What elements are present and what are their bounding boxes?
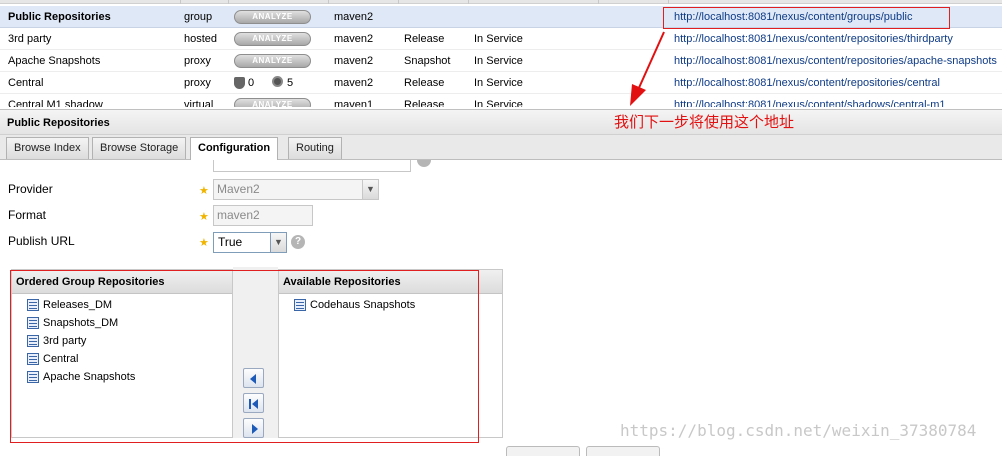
table-row-3rd-party[interactable]: 3rd party hosted ANALYZE maven2 Release … <box>0 28 1002 50</box>
chevron-down-icon[interactable]: ▼ <box>270 233 286 252</box>
repo-type: proxy <box>184 55 211 67</box>
url-highlight-box <box>663 7 950 29</box>
license-count: 5 <box>287 77 294 89</box>
chevron-down-icon[interactable]: ▼ <box>362 180 378 199</box>
publish-url-select[interactable]: True ▼ <box>213 232 287 253</box>
required-star-icon: ★ <box>199 185 209 197</box>
repo-health: ANALYZE <box>234 6 330 28</box>
repo-format: maven2 <box>334 11 374 23</box>
analyze-button[interactable]: ANALYZE <box>234 98 311 107</box>
repo-status: In Service <box>474 33 523 45</box>
save-button[interactable] <box>506 446 580 456</box>
provider-value: Maven2 <box>217 182 260 196</box>
repo-type: group <box>184 11 213 23</box>
repo-name: Central <box>8 77 44 89</box>
repo-format: maven1 <box>334 99 374 107</box>
provider-select[interactable]: Maven2 ▼ <box>213 179 379 200</box>
repo-url-link[interactable]: http://localhost:8081/nexus/content/repo… <box>674 28 1002 50</box>
tab-configuration[interactable]: Configuration <box>190 137 279 161</box>
annotation-arrow <box>630 31 665 106</box>
analyze-button[interactable]: ANALYZE <box>234 10 311 24</box>
table-row-apache-snapshots[interactable]: Apache Snapshots proxy ANALYZE maven2 Sn… <box>0 50 1002 72</box>
panel-title: Public Repositories <box>0 109 1002 135</box>
repo-name: Apache Snapshots <box>8 55 101 67</box>
security-count: 0 <box>248 77 255 89</box>
repo-policy: Snapshot <box>404 55 451 67</box>
required-star-icon: ★ <box>199 211 209 223</box>
required-star-icon: ★ <box>199 237 209 249</box>
repo-type: virtual <box>184 99 214 107</box>
watermark: https://blog.csdn.net/weixin_37380784 <box>620 421 977 440</box>
repo-policy <box>404 6 470 28</box>
repo-health: ANALYZE <box>234 28 330 50</box>
repo-name: Central M1 shadow <box>8 99 103 107</box>
repo-url-link[interactable]: http://localhost:8081/nexus/content/repo… <box>674 72 1002 94</box>
repositories-highlight-box <box>10 270 479 443</box>
repo-policy: Release <box>404 77 445 89</box>
repo-status: In Service <box>474 99 523 107</box>
repo-type: hosted <box>184 33 218 45</box>
repo-status: In Service <box>474 55 523 67</box>
repo-status <box>474 6 594 28</box>
security-shield-icon <box>234 77 245 89</box>
table-row-central-m1-shadow[interactable]: Central M1 shadow virtual ANALYZE maven1… <box>0 94 1002 107</box>
reset-button[interactable] <box>586 446 660 456</box>
tab-routing[interactable]: Routing <box>288 137 342 159</box>
help-icon[interactable]: ? <box>291 235 305 249</box>
repo-name: Public Repositories <box>8 11 111 23</box>
repo-format: maven2 <box>334 33 374 45</box>
annotation-text: 我们下一步将使用这个地址 <box>614 114 795 131</box>
repo-health: ANALYZE <box>234 94 330 107</box>
analyze-button[interactable]: ANALYZE <box>234 54 311 68</box>
repo-name: 3rd party <box>8 33 52 45</box>
repo-status: In Service <box>474 77 523 89</box>
name-help-icon[interactable] <box>417 160 431 168</box>
repo-health: ANALYZE <box>234 50 330 72</box>
repo-format: maven2 <box>334 77 374 89</box>
tab-browse-storage[interactable]: Browse Storage <box>92 137 187 159</box>
format-field[interactable]: maven2 <box>213 205 313 226</box>
repo-url-link[interactable]: http://localhost:8081/nexus/content/shad… <box>674 94 1002 107</box>
repo-policy: Release <box>404 99 445 107</box>
publish-url-label: Publish URL <box>8 234 75 248</box>
tab-browse-index[interactable]: Browse Index <box>6 137 89 159</box>
repo-type: proxy <box>184 77 211 89</box>
grid-header <box>0 0 1002 4</box>
tab-bar: Browse Index Browse Storage Configuratio… <box>0 135 1002 161</box>
table-row-central[interactable]: Central proxy 0 5 maven2 Release In Serv… <box>0 72 1002 94</box>
provider-label: Provider <box>8 182 53 196</box>
repository-name-field[interactable] <box>213 160 411 172</box>
publish-url-value: True <box>218 235 243 249</box>
repo-health: 0 5 <box>234 72 330 94</box>
format-label: Format <box>8 208 47 222</box>
repo-url-link[interactable]: http://localhost:8081/nexus/content/repo… <box>674 50 1002 72</box>
analyze-button[interactable]: ANALYZE <box>234 32 311 46</box>
format-value: maven2 <box>217 208 260 222</box>
repo-policy: Release <box>404 33 445 45</box>
repo-format: maven2 <box>334 55 374 67</box>
license-award-icon <box>272 76 283 87</box>
